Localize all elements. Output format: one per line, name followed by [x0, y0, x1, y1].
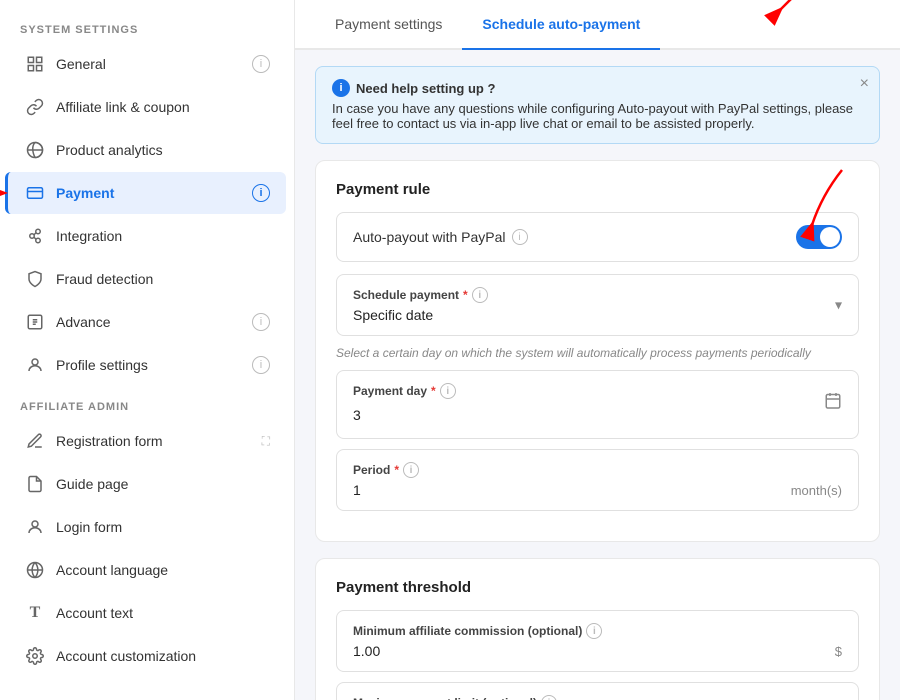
- system-settings-title: SYSTEM SETTINGS: [0, 10, 294, 42]
- max-payout-label: Maximum payout limit (optional) i: [353, 695, 842, 700]
- guide-page-icon: [24, 473, 46, 495]
- min-commission-value: 1.00: [353, 643, 380, 659]
- info-title: Need help setting up ?: [356, 81, 495, 96]
- sidebar-item-label: Payment: [56, 185, 114, 201]
- sidebar-item-label: Account customization: [56, 648, 196, 664]
- login-form-icon: [24, 516, 46, 538]
- info-body: In case you have any questions while con…: [332, 101, 863, 131]
- integration-icon: [24, 225, 46, 247]
- payment-info-icon[interactable]: i: [252, 184, 270, 202]
- sidebar-item-label: Profile settings: [56, 357, 148, 373]
- affiliate-link-icon: [24, 96, 46, 118]
- schedule-hint: Select a certain day on which the system…: [336, 346, 859, 360]
- sidebar-item-fraud-detection[interactable]: Fraud detection: [8, 258, 286, 300]
- sidebar-item-label: Affiliate link & coupon: [56, 99, 190, 115]
- affiliate-admin-title: AFFILIATE ADMIN: [0, 387, 294, 419]
- toggle-arrow-annotation: [782, 165, 862, 235]
- schedule-payment-label: Schedule payment * i: [353, 287, 842, 303]
- sidebar-item-label: Advance: [56, 314, 110, 330]
- advance-info-icon[interactable]: i: [252, 313, 270, 331]
- info-icon: i: [332, 79, 350, 97]
- account-text-icon: T: [24, 602, 46, 624]
- sidebar-item-affiliate-link[interactable]: Affiliate link & coupon: [8, 86, 286, 128]
- payment-day-value: 3: [353, 407, 361, 423]
- sidebar-item-label: Fraud detection: [56, 271, 153, 287]
- sidebar-item-label: Product analytics: [56, 142, 163, 158]
- profile-settings-icon: [24, 354, 46, 376]
- general-info-icon[interactable]: i: [252, 55, 270, 73]
- sidebar: SYSTEM SETTINGS General i Affiliate link…: [0, 0, 295, 700]
- period-label: Period * i: [353, 462, 842, 478]
- sidebar-item-registration-form[interactable]: Registration form ⛶: [8, 420, 286, 462]
- main-content: Payment settings Schedule auto-payment ×…: [295, 0, 900, 700]
- period-info-icon[interactable]: i: [403, 462, 419, 478]
- schedule-payment-value: Specific date: [353, 307, 842, 323]
- info-box: × i Need help setting up ? In case you h…: [315, 66, 880, 144]
- payment-rule-title: Payment rule: [336, 181, 859, 198]
- min-commission-field: Minimum affiliate commission (optional) …: [336, 610, 859, 672]
- registration-form-icon: [24, 430, 46, 452]
- info-header: i Need help setting up ?: [332, 79, 863, 97]
- payment-day-label: Payment day * i: [353, 383, 842, 399]
- period-value: 1: [353, 482, 361, 498]
- payment-icon: [24, 182, 46, 204]
- sidebar-item-integration[interactable]: Integration: [8, 215, 286, 257]
- schedule-payment-field[interactable]: Schedule payment * i Specific date ▾: [336, 274, 859, 336]
- sidebar-item-advance[interactable]: Advance i: [8, 301, 286, 343]
- tab-payment-settings[interactable]: Payment settings: [315, 0, 462, 50]
- sidebar-item-general[interactable]: General i: [8, 43, 286, 85]
- auto-payout-toggle[interactable]: [796, 225, 842, 249]
- sidebar-item-label: Registration form: [56, 433, 163, 449]
- sidebar-item-guide-page[interactable]: Guide page: [8, 463, 286, 505]
- period-unit: month(s): [791, 483, 842, 498]
- max-payout-info-icon[interactable]: i: [541, 695, 557, 700]
- auto-payout-label: Auto-payout with PayPal i: [353, 229, 528, 245]
- product-analytics-icon: [24, 139, 46, 161]
- content-area: × i Need help setting up ? In case you h…: [295, 50, 900, 700]
- payment-day-field: Payment day * i 3: [336, 370, 859, 439]
- sidebar-item-payment[interactable]: Payment i: [5, 172, 286, 214]
- tabs-bar: Payment settings Schedule auto-payment: [295, 0, 900, 50]
- sidebar-item-label: Login form: [56, 519, 122, 535]
- sidebar-item-label: Account language: [56, 562, 168, 578]
- profile-info-icon[interactable]: i: [252, 356, 270, 374]
- payment-day-info-icon[interactable]: i: [440, 383, 456, 399]
- general-icon: [24, 53, 46, 75]
- close-button[interactable]: ×: [860, 75, 869, 93]
- min-commission-label: Minimum affiliate commission (optional) …: [353, 623, 842, 639]
- fraud-detection-icon: [24, 268, 46, 290]
- auto-payout-info-icon[interactable]: i: [512, 229, 528, 245]
- payment-threshold-card: Payment threshold Minimum affiliate comm…: [315, 558, 880, 700]
- sidebar-item-product-analytics[interactable]: Product analytics: [8, 129, 286, 171]
- tab-arrow-annotation: [720, 0, 840, 20]
- calendar-icon: [824, 392, 842, 415]
- auto-payout-row: Auto-payout with PayPal i: [336, 212, 859, 262]
- payment-rule-card: Payment rule Auto-payout with PayPal i: [315, 160, 880, 542]
- sidebar-item-label: General: [56, 56, 106, 72]
- sidebar-item-account-language[interactable]: Account language: [8, 549, 286, 591]
- advance-icon: [24, 311, 46, 333]
- account-language-icon: [24, 559, 46, 581]
- dropdown-arrow-icon: ▾: [835, 297, 842, 314]
- min-commission-unit: $: [835, 644, 842, 659]
- sidebar-item-label: Account text: [56, 605, 133, 621]
- payment-threshold-title: Payment threshold: [336, 579, 859, 596]
- schedule-info-icon[interactable]: i: [472, 287, 488, 303]
- tab-schedule-auto-payment[interactable]: Schedule auto-payment: [462, 0, 660, 50]
- sidebar-item-account-customization[interactable]: Account customization: [8, 635, 286, 677]
- sidebar-item-label: Guide page: [56, 476, 128, 492]
- period-field: Period * i 1 month(s): [336, 449, 859, 511]
- max-payout-field: Maximum payout limit (optional) i 211.00…: [336, 682, 859, 700]
- sidebar-item-profile-settings[interactable]: Profile settings i: [8, 344, 286, 386]
- payment-arrow-annotation: [0, 178, 13, 208]
- account-customization-icon: [24, 645, 46, 667]
- sidebar-item-login-form[interactable]: Login form: [8, 506, 286, 548]
- expand-icon[interactable]: ⛶: [262, 434, 270, 449]
- sidebar-item-label: Integration: [56, 228, 122, 244]
- min-commission-info-icon[interactable]: i: [586, 623, 602, 639]
- sidebar-item-account-text[interactable]: T Account text: [8, 592, 286, 634]
